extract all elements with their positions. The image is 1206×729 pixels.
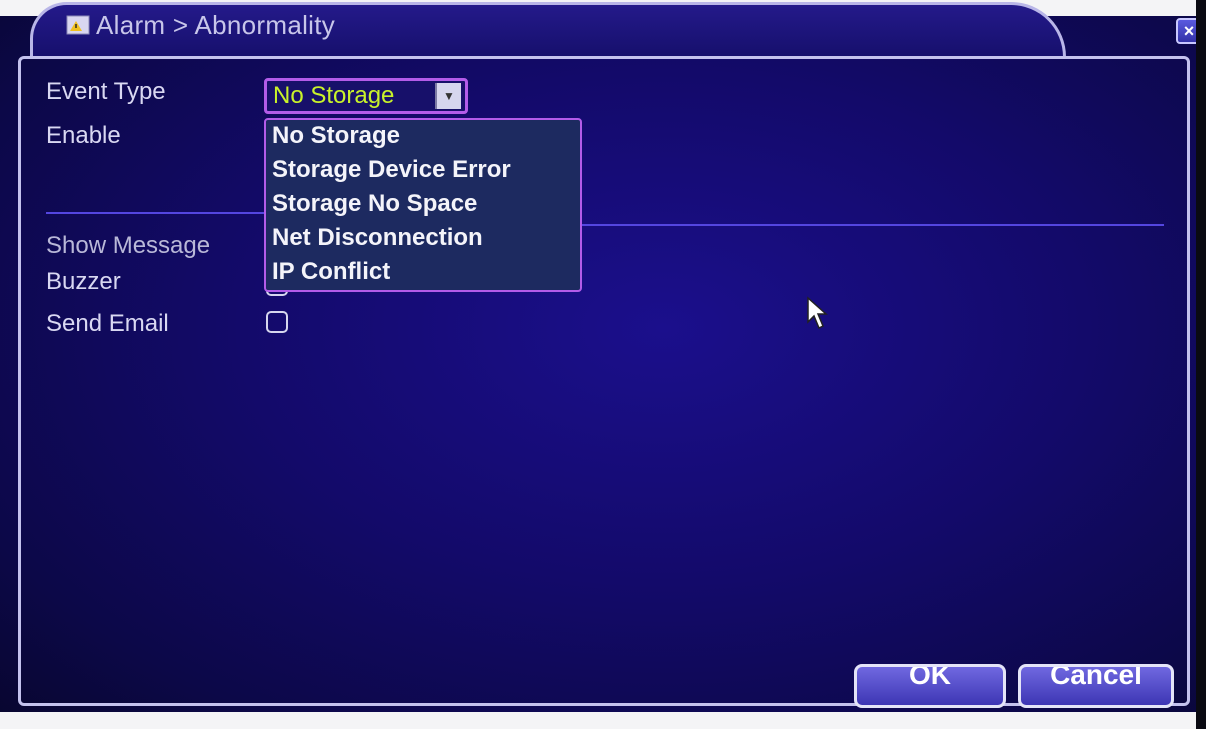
alarm-icon [66,15,90,35]
ok-button[interactable]: OK [854,664,1006,708]
mouse-pointer-icon [806,296,828,335]
enable-label: Enable [46,122,121,149]
event-type-dropdown: No Storage Storage Device Error Storage … [264,118,582,292]
show-message-label: Show Message [46,232,211,259]
send-email-checkbox[interactable] [266,311,288,333]
close-icon: × [1183,21,1195,41]
dropdown-option-ip-conflict[interactable]: IP Conflict [266,257,580,291]
dropdown-option-storage-no-space[interactable]: Storage No Space [266,189,580,223]
title-bar: Alarm > Abnormality [66,8,335,42]
section-divider-left [46,212,266,214]
dropdown-option-net-disconnection[interactable]: Net Disconnection [266,223,580,257]
buzzer-label: Buzzer [46,268,121,295]
cancel-button[interactable]: Cancel [1018,664,1174,708]
event-type-label: Event Type [46,78,166,105]
section-divider-right [582,224,1164,226]
dvr-screen: Alarm > Abnormality × Event Type No Stor… [0,0,1206,729]
event-type-value: No Storage [273,82,395,109]
dropdown-option-storage-device-error[interactable]: Storage Device Error [266,155,580,189]
cancel-button-label: Cancel [1050,664,1142,690]
dropdown-option-no-storage[interactable]: No Storage [266,121,580,155]
send-email-label: Send Email [46,310,169,337]
settings-panel [18,56,1190,706]
ok-button-label: OK [909,664,951,690]
chevron-down-icon[interactable]: ▼ [435,83,461,109]
right-bezel [1196,0,1206,729]
event-type-select[interactable]: No Storage ▼ [264,78,468,114]
bottom-bezel [0,712,1206,729]
page-title: Alarm > Abnormality [96,9,336,40]
